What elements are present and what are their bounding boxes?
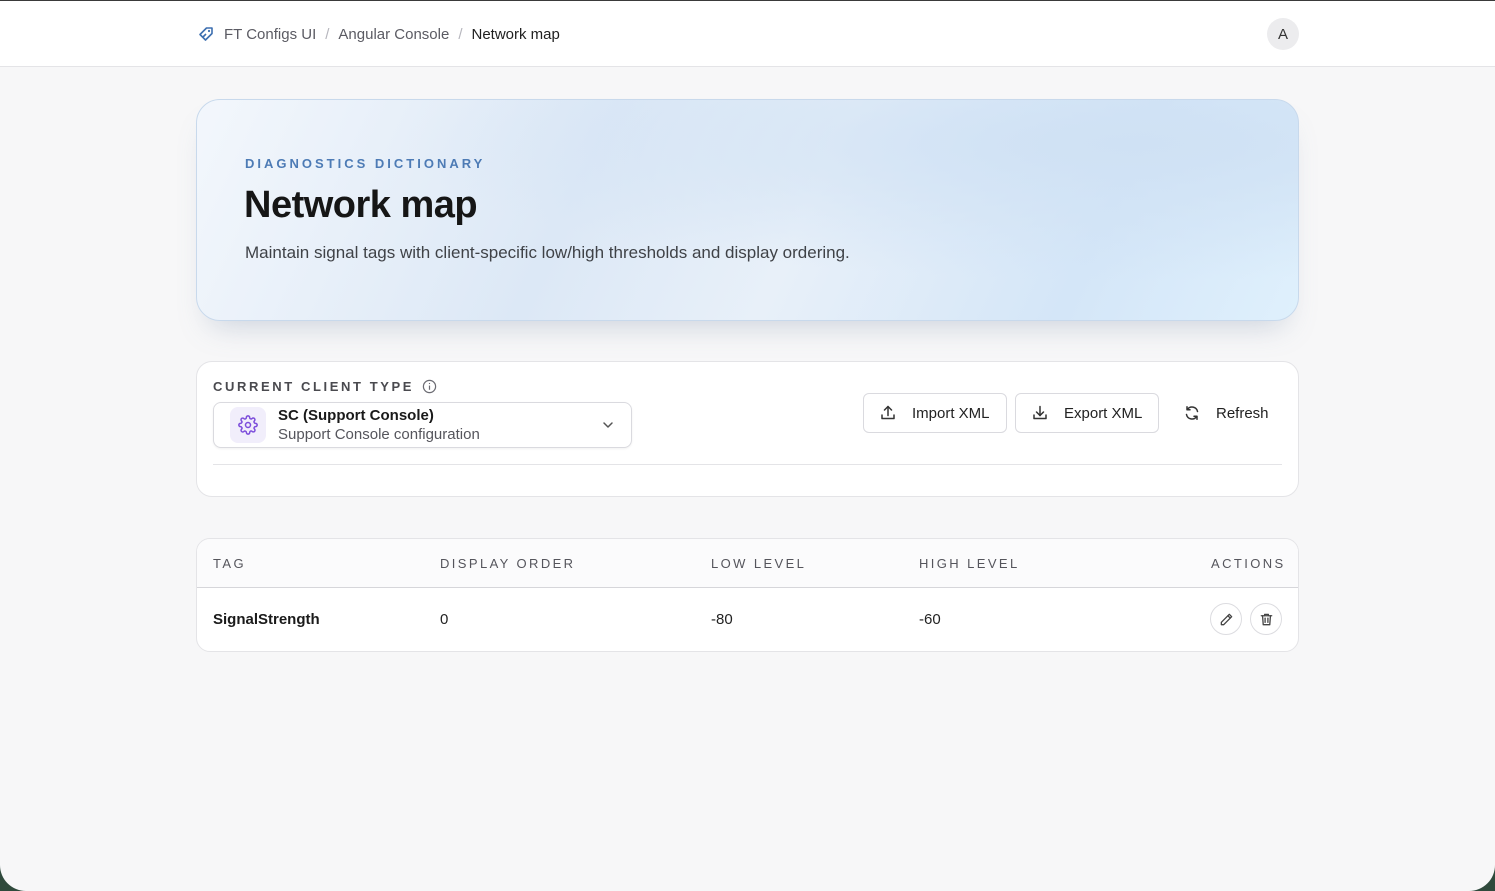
breadcrumb-item-ft-configs[interactable]: FT Configs UI bbox=[224, 26, 316, 43]
avatar[interactable]: A bbox=[1267, 18, 1299, 50]
pencil-icon bbox=[1220, 613, 1232, 625]
cell-low-level: -80 bbox=[711, 611, 733, 628]
selected-client-title: SC (Support Console) bbox=[278, 407, 434, 424]
client-type-panel: CURRENT CLIENT TYPE SC (Support Console)… bbox=[196, 361, 1299, 497]
breadcrumb-item-angular-console[interactable]: Angular Console bbox=[338, 26, 449, 43]
breadcrumb-separator: / bbox=[325, 25, 330, 43]
hero-eyebrow: DIAGNOSTICS DICTIONARY bbox=[245, 156, 486, 171]
column-header-tag: TAG bbox=[213, 556, 246, 571]
cell-display-order: 0 bbox=[440, 611, 449, 628]
page-description: Maintain signal tags with client-specifi… bbox=[245, 243, 850, 262]
edit-row-button[interactable] bbox=[1210, 603, 1242, 635]
import-xml-label: Import XML bbox=[912, 404, 990, 422]
trash-icon bbox=[1260, 613, 1272, 625]
client-type-label-text: CURRENT CLIENT TYPE bbox=[213, 379, 415, 394]
info-icon[interactable] bbox=[422, 379, 437, 394]
selected-client-subtitle: Support Console configuration bbox=[278, 426, 480, 443]
breadcrumb-item-current: Network map bbox=[471, 25, 560, 43]
top-bar: FT Configs UI / Angular Console / Networ… bbox=[0, 1, 1495, 67]
download-icon bbox=[1033, 405, 1047, 420]
hero-card: DIAGNOSTICS DICTIONARY Network map Maint… bbox=[196, 99, 1299, 321]
import-xml-button[interactable]: Import XML bbox=[863, 393, 1007, 433]
breadcrumb-separator: / bbox=[458, 25, 463, 43]
client-type-select[interactable]: SC (Support Console) Support Console con… bbox=[213, 402, 632, 448]
page-title: Network map bbox=[244, 184, 478, 226]
client-type-label: CURRENT CLIENT TYPE bbox=[213, 379, 437, 394]
refresh-icon bbox=[1185, 406, 1199, 420]
panel-divider bbox=[213, 464, 1282, 465]
upload-icon bbox=[881, 405, 895, 420]
export-xml-label: Export XML bbox=[1064, 404, 1143, 422]
cell-tag: SignalStrength bbox=[213, 611, 320, 628]
delete-row-button[interactable] bbox=[1250, 603, 1282, 635]
app-window: FT Configs UI / Angular Console / Networ… bbox=[0, 0, 1495, 891]
column-header-actions: ACTIONS bbox=[1211, 556, 1286, 571]
network-map-table: TAG DISPLAY ORDER LOW LEVEL HIGH LEVEL A… bbox=[196, 538, 1299, 652]
chevron-down-icon bbox=[601, 418, 615, 432]
gear-icon bbox=[230, 407, 266, 443]
cell-high-level: -60 bbox=[919, 611, 941, 628]
refresh-label: Refresh bbox=[1216, 404, 1269, 422]
column-header-low-level: LOW LEVEL bbox=[711, 556, 807, 571]
column-header-high-level: HIGH LEVEL bbox=[919, 556, 1020, 571]
tag-logo-icon bbox=[197, 25, 215, 43]
column-header-display-order: DISPLAY ORDER bbox=[440, 556, 576, 571]
export-xml-button[interactable]: Export XML bbox=[1015, 393, 1159, 433]
refresh-button[interactable]: Refresh bbox=[1167, 393, 1283, 433]
table-header: TAG DISPLAY ORDER LOW LEVEL HIGH LEVEL A… bbox=[197, 539, 1298, 588]
breadcrumb: FT Configs UI / Angular Console / Networ… bbox=[197, 23, 560, 45]
